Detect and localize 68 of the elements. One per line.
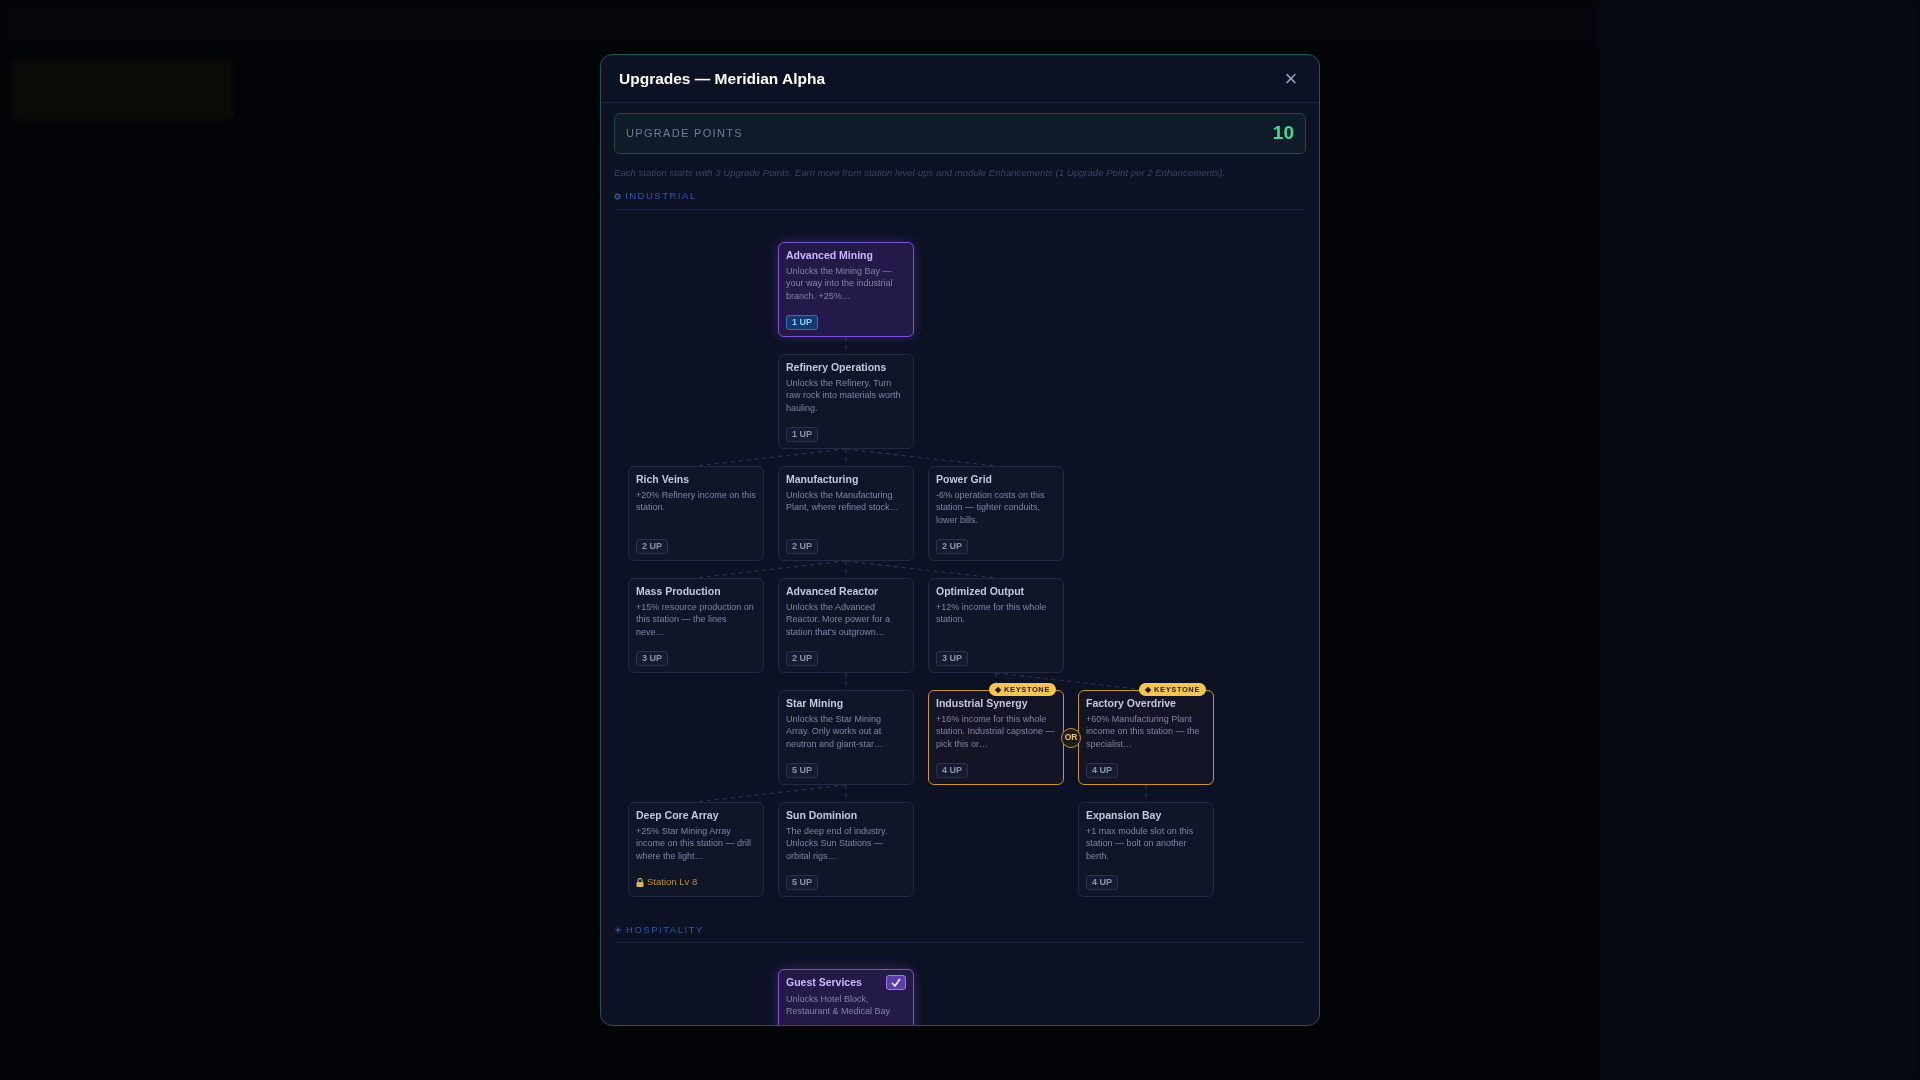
upgrade-card[interactable]: Optimized Output +12% income for this whole station. 3 UP xyxy=(928,577,1064,673)
upgrade-card[interactable]: Manufacturing Unlocks the Manufacturing Plant, where refined stock… 2 UP xyxy=(778,465,914,561)
upgrade-title: Power Grid xyxy=(936,472,992,486)
close-button[interactable]: × xyxy=(1281,68,1301,89)
cost-badge: 2 UP xyxy=(636,538,668,554)
cost-badge: 3 UP xyxy=(936,650,968,666)
upgrade-description: +60% Manufacturing Plant income on this station — the specialist… xyxy=(1086,712,1201,751)
upgrade-description: +16% income for this whole station. Industrial capstone — pick this or… xyxy=(936,712,1056,751)
cost-badge: 4 UP xyxy=(1086,874,1118,890)
upgrade-title: Industrial Synergy xyxy=(936,696,1028,710)
upgrade-description: Unlocks Hotel Block, Restaurant & Medical Bay xyxy=(786,992,892,1018)
upgrade-card[interactable]: Power Grid -6% operation costs on this station — tighter conduits, lower bills. 2 UP xyxy=(928,465,1064,561)
upgrade-description: Unlocks the Mining Bay — your way into the industrial branch. +25%… xyxy=(786,264,894,303)
upgrade-card[interactable]: Advanced Mining Unlocks the Mining Bay — your way into the industrial branch. +25%… 1 UP xyxy=(778,241,914,337)
upgrade-description: Unlocks the Star Mining Array. Only works out at neutron and giant-star… xyxy=(786,712,885,751)
cost-badge: 3 UP xyxy=(636,650,668,666)
upgrade-card[interactable]: Deep Core Array +25% Star Mining Array income on this station — drill where the light… Station Lv 8 xyxy=(628,801,764,897)
upgrade-card[interactable]: Mass Production +15% resource production on this station — the lines neve… 3 UP xyxy=(628,577,764,673)
upgrade-description: +1 max module slot on this station — bolt on another berth. xyxy=(1086,824,1195,863)
upgrade-description: +20% Refinery income on this station. xyxy=(636,488,756,514)
upgrade-description: Unlocks the Manufacturing Plant, where refined stock… xyxy=(786,488,900,514)
section-heading: HOSPITALITY xyxy=(626,922,704,937)
upgrade-card[interactable]: Star Mining Unlocks the Star Mining Array. Only works out at neutron and giant-star… 5 UP xyxy=(778,689,914,785)
upgrade-title: Star Mining xyxy=(786,696,844,710)
upgrade-card[interactable]: Sun Dominion The deep end of industry. Unlocks Sun Stations — orbital rigs… 5 UP xyxy=(778,801,914,897)
upgrade-title: Manufacturing xyxy=(786,472,859,486)
upgrade-title: Advanced Mining xyxy=(786,248,873,262)
gear-icon xyxy=(614,193,621,200)
upgrade-description: +25% Star Mining Array income on this station — drill where the light… xyxy=(636,824,753,863)
cost-badge: 2 UP xyxy=(936,538,968,554)
cost-badge: 1 UP xyxy=(786,314,818,330)
lock-icon xyxy=(636,878,644,887)
upgrade-description: +15% resource production on this station — the lines neve… xyxy=(636,600,755,639)
cost-badge: 5 UP xyxy=(786,874,818,890)
upgrade-card[interactable]: Rich Veins +20% Refinery income on this station. 2 UP xyxy=(628,465,764,561)
section-heading: INDUSTRIAL xyxy=(625,189,697,204)
upgrade-description: -6% operation costs on this station — tighter conduits, lower bills. xyxy=(936,488,1046,527)
cost-badge: 4 UP xyxy=(936,762,968,778)
upgrade-card[interactable]: Guest Services Unlocks Hotel Block, Restaurant & Medical Bay xyxy=(778,968,914,1025)
upgrade-card[interactable]: Refinery Operations Unlocks the Refinery. Turn raw rock into materials worth hauling. 1 UP xyxy=(778,353,914,449)
upgrade-title: Expansion Bay xyxy=(1086,808,1162,822)
cost-badge: 2 UP xyxy=(786,650,818,666)
cost-badge: 1 UP xyxy=(786,426,818,442)
upgrade-title: Optimized Output xyxy=(936,584,1025,598)
cost-badge: 2 UP xyxy=(786,538,818,554)
sparkle-icon xyxy=(614,925,622,934)
check-icon xyxy=(891,977,901,987)
points-value: 10 xyxy=(1272,121,1294,146)
upgrade-title: Advanced Reactor xyxy=(786,584,879,598)
upgrade-description: The deep end of industry. Unlocks Sun Stations — orbital rigs… xyxy=(786,824,889,863)
upgrade-title: Refinery Operations xyxy=(786,360,887,374)
upgrade-title: Rich Veins xyxy=(636,472,690,486)
upgrade-description: Unlocks the Advanced Reactor. More power for a station that's outgrown… xyxy=(786,600,892,639)
requirement-label: Station Lv 8 xyxy=(647,875,698,890)
upgrade-card[interactable]: Expansion Bay +1 max module slot on this station — bolt on another berth. 4 UP xyxy=(1078,801,1214,897)
cost-badge: 4 UP xyxy=(1086,762,1118,778)
cost-badge: 5 UP xyxy=(786,762,818,778)
checkbox[interactable] xyxy=(886,974,906,990)
upgrade-title: Guest Services xyxy=(786,975,862,989)
upgrade-card[interactable]: Advanced Reactor Unlocks the Advanced Reactor. More power for a station that's outgrown… 2 UP xyxy=(778,577,914,673)
upgrade-title: Deep Core Array xyxy=(636,808,719,822)
upgrade-title: Factory Overdrive xyxy=(1086,696,1176,710)
dialog-title: Upgrades — Meridian Alpha xyxy=(619,68,826,89)
points-label: UPGRADE POINTS xyxy=(626,126,743,142)
upgrade-description: Unlocks the Refinery. Turn raw rock into materials worth hauling. xyxy=(786,376,902,415)
upgrade-title: Sun Dominion xyxy=(786,808,858,822)
upgrade-title: Mass Production xyxy=(636,584,721,598)
upgrade-description: +12% income for this whole station. xyxy=(936,600,1048,626)
